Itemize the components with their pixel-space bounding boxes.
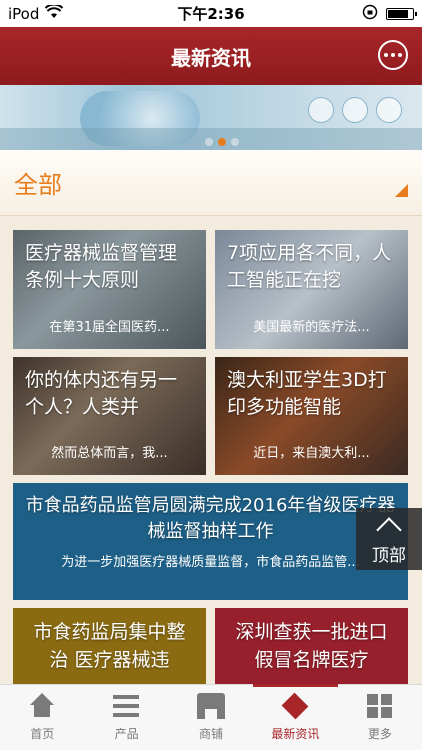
shop-icon [197, 693, 226, 719]
back-to-top-button[interactable]: 顶部 [356, 508, 422, 570]
banner-icons [308, 97, 402, 123]
news-title: 7项应用各不同，人工智能正在挖 [227, 242, 392, 291]
tab-label: 产品 [114, 727, 139, 741]
nav-bar: 最新资讯 [0, 27, 422, 85]
tab-label: 商铺 [199, 727, 224, 741]
news-title: 医疗器械监督管理条例十大原则 [25, 242, 178, 291]
medical-icon [342, 97, 368, 123]
back-to-top-label: 顶部 [372, 545, 406, 566]
news-summary: 美国最新的医疗法... [253, 320, 370, 335]
chat-icon-dot [398, 53, 402, 57]
tab-more[interactable]: 更多 [338, 685, 422, 750]
battery-icon [386, 7, 417, 20]
status-bar: iPod 下午2:36 [0, 0, 422, 27]
wifi-icon [45, 3, 64, 23]
news-title: 深圳查获一批进口假冒名牌医疗 [235, 621, 388, 671]
carrier-label: iPod [8, 4, 40, 23]
chat-button[interactable] [378, 40, 408, 70]
page-title: 最新资讯 [171, 45, 251, 70]
tab-home[interactable]: 首页 [0, 685, 84, 750]
tab-products[interactable]: 产品 [84, 685, 168, 750]
orientation-lock-icon [362, 4, 378, 24]
medical-icon [308, 97, 334, 123]
news-card[interactable]: 你的体内还有另一个人？人类并 然而总体而言，我... [13, 357, 206, 475]
carousel-dot-active[interactable] [218, 138, 226, 146]
news-title: 你的体内还有另一个人？人类并 [25, 369, 178, 418]
grid-icon [366, 693, 394, 719]
tab-label: 最新资讯 [271, 727, 320, 741]
news-card[interactable]: 深圳查获一批进口假冒名牌医疗 [215, 608, 408, 684]
carousel-dot[interactable] [205, 138, 213, 146]
chat-icon-dot [391, 53, 395, 57]
news-card[interactable]: 7项应用各不同，人工智能正在挖 美国最新的医疗法... [215, 230, 408, 349]
home-icon [28, 693, 56, 719]
category-selector[interactable]: 全部 [0, 150, 422, 216]
tab-shops[interactable]: 商铺 [169, 685, 253, 750]
carousel-dots [205, 138, 239, 146]
tab-label: 首页 [30, 727, 55, 741]
carousel-dot[interactable] [231, 138, 239, 146]
news-summary: 在第31届全国医药... [49, 320, 170, 335]
active-tab-indicator [253, 684, 338, 687]
chevron-up-icon [376, 516, 402, 543]
news-icon [282, 692, 309, 720]
news-summary: 为进一步加强医疗器械质量监督，市食品药品监管... [61, 555, 360, 570]
news-card[interactable]: 市食药监局集中整治 医疗器械违 [13, 608, 206, 684]
medical-icon [376, 97, 402, 123]
news-card-wide[interactable]: 市食品药品监管局圆满完成2016年省级医疗器械监督抽样工作 为进一步加强医疗器械… [13, 483, 408, 600]
clock: 下午2:36 [177, 5, 245, 23]
dropdown-triangle-icon [395, 184, 408, 197]
news-card[interactable]: 医疗器械监督管理条例十大原则 在第31届全国医药... [13, 230, 206, 349]
news-summary: 然而总体而言，我... [51, 446, 168, 461]
news-title: 市食品药品监管局圆满完成2016年省级医疗器械监督抽样工作 [25, 495, 396, 542]
news-title: 澳大利亚学生3D打印多功能智能 [227, 369, 387, 418]
list-icon [112, 693, 141, 719]
news-card[interactable]: 澳大利亚学生3D打印多功能智能 近日，来自澳大利... [215, 357, 408, 475]
tab-bar: 首页 产品 商铺 最新资讯 更多 [0, 684, 422, 750]
tab-news[interactable]: 最新资讯 [253, 685, 337, 750]
news-title: 市食药监局集中整治 医疗器械违 [33, 621, 186, 671]
news-summary: 近日，来自澳大利... [253, 446, 370, 461]
category-label: 全部 [14, 171, 62, 199]
chat-icon-dot [384, 53, 388, 57]
tab-label: 更多 [367, 727, 392, 741]
banner-carousel[interactable] [0, 85, 422, 150]
